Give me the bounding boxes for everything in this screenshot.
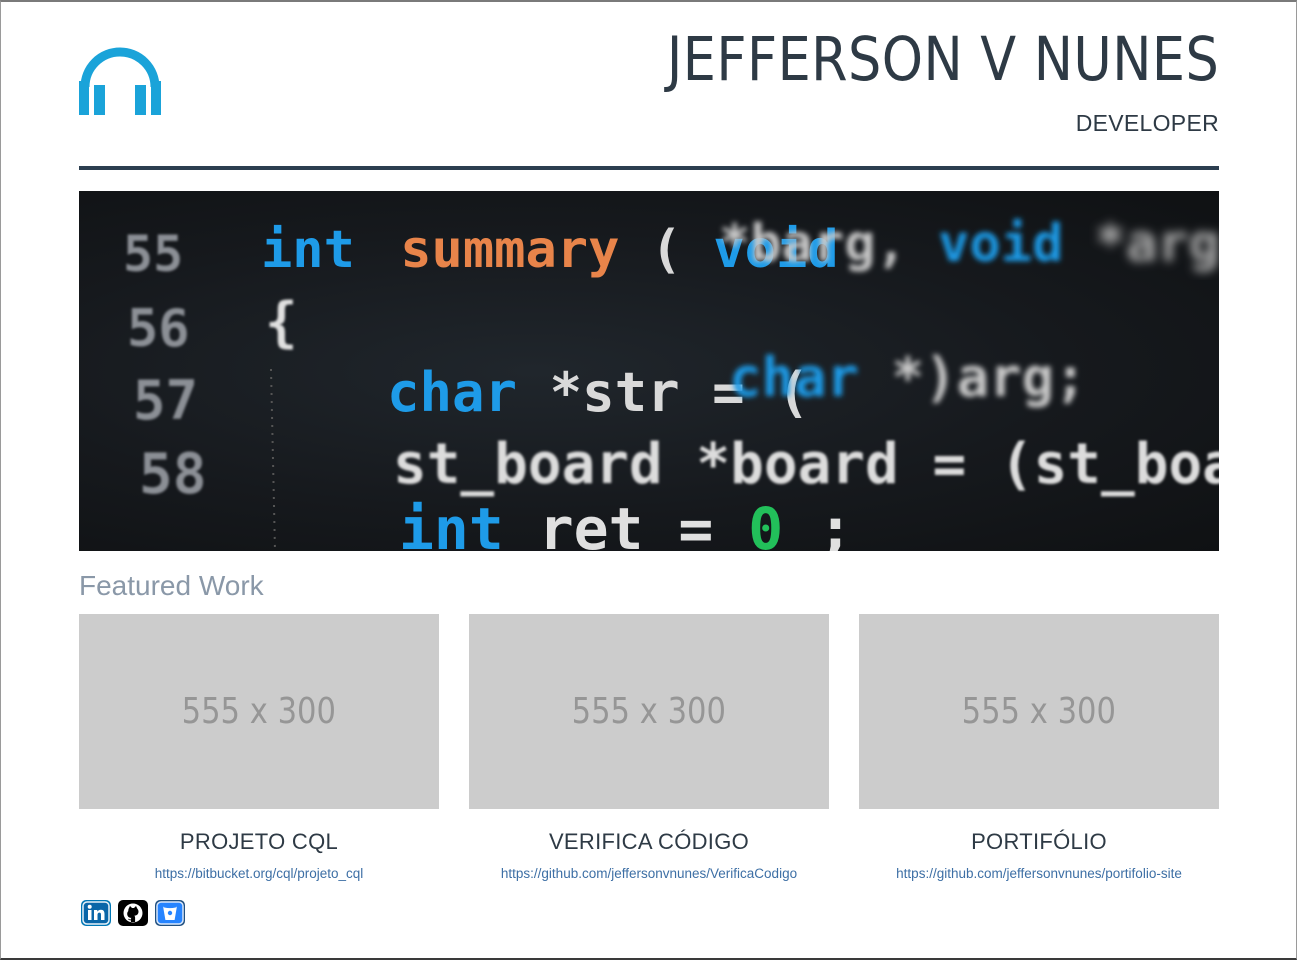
project-link[interactable]: https://github.com/jeffersonvnunes/Verif…: [469, 866, 829, 881]
line-number: 58: [139, 442, 206, 507]
code-line: int ret = 0 ;: [399, 495, 853, 551]
project-card: 555 x 300 PROJETO CQL https://bitbucket.…: [79, 614, 439, 881]
featured-work-heading: Featured Work: [79, 570, 264, 601]
linkedin-icon: [81, 900, 111, 926]
project-thumbnail[interactable]: 555 x 300: [469, 614, 829, 809]
code-line-blurred: char *)arg;: [729, 346, 1087, 409]
bitbucket-link[interactable]: [155, 900, 185, 926]
code-line-blurred: *barg, void *arg): [719, 214, 1219, 274]
project-card: 555 x 300 PORTIFÓLIO https://github.com/…: [859, 614, 1219, 881]
project-link[interactable]: https://bitbucket.org/cql/projeto_cql: [79, 866, 439, 881]
project-card: 555 x 300 VERIFICA CÓDIGO https://github…: [469, 614, 829, 881]
project-title: PROJETO CQL: [179, 829, 339, 854]
project-thumbnail[interactable]: 555 x 300: [79, 614, 439, 809]
linkedin-link[interactable]: [81, 900, 111, 926]
site-title: JEFFERSON V NUNES: [666, 24, 1219, 95]
project-thumbnail[interactable]: 555 x 300: [859, 614, 1219, 809]
page-container: JEFFERSON V NUNES DEVELOPER 55 56 57 58 …: [79, 2, 1219, 958]
header-divider: [79, 166, 1219, 170]
github-link[interactable]: [118, 900, 148, 926]
github-icon: [118, 900, 148, 926]
line-number: 55: [123, 225, 183, 283]
project-link[interactable]: https://github.com/jeffersonvnunes/porti…: [859, 866, 1219, 881]
social-links: [81, 900, 185, 926]
project-title: PORTIFÓLIO: [971, 829, 1107, 854]
code-line: {: [265, 291, 298, 354]
bitbucket-icon: [155, 900, 185, 926]
project-title: VERIFICA CÓDIGO: [548, 829, 750, 854]
hero-code-image: 55 56 57 58 int summary ( void *barg, vo…: [79, 191, 1219, 551]
code-illustration: 55 56 57 58 int summary ( void *barg, vo…: [123, 214, 1219, 551]
line-number: 57: [133, 369, 198, 432]
line-number: 56: [127, 299, 190, 359]
code-line: st_board *board = (st_board *)bo: [393, 432, 1219, 497]
site-subtitle: DEVELOPER: [1075, 110, 1219, 136]
headphones-icon[interactable]: [79, 35, 161, 117]
